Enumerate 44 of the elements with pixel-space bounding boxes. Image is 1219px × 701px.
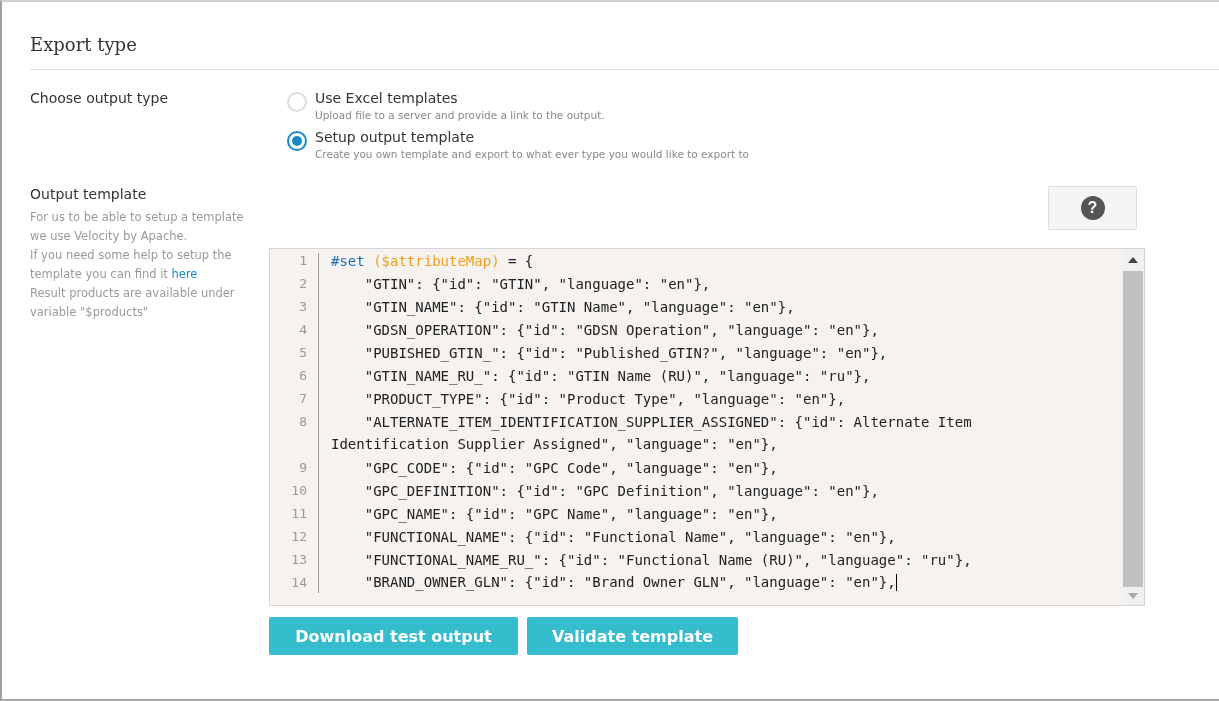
help-link[interactable]: here: [171, 267, 198, 281]
download-button[interactable]: Download test output: [269, 617, 518, 655]
code-line: "GTIN_NAME_RU_": {"id": "GTIN Name (RU)", "language": "ru"},: [363, 367, 871, 384]
code-line: "GPC_CODE": {"id": "GPC Code", "language": "en"},: [363, 459, 778, 476]
code-line: "PRODUCT_TYPE": {"id": "Product Type", "language": "en"},: [363, 390, 846, 407]
line-number: 4: [298, 322, 307, 337]
line-number: 10: [290, 483, 307, 498]
line-number: 5: [298, 345, 307, 360]
option-description: Upload file to a server and provide a link to the output.: [315, 109, 605, 121]
line-number: 6: [298, 368, 307, 383]
line-number: 3: [298, 299, 307, 314]
option-description: Create you own template and export to what ever type you would like to export to: [315, 148, 749, 160]
code-line: "GPC_DEFINITION": {"id": "GPC Definition", "language": "en"},: [363, 482, 879, 499]
code-editor[interactable]: [269, 248, 1145, 606]
line-number: 9: [298, 460, 307, 475]
code-line: "GTIN_NAME": {"id": "GTIN Name", "language": "en"},: [363, 298, 795, 315]
option-title: Use Excel templates: [315, 90, 459, 106]
code-line: "GTIN": {"id": "GTIN", "language": "en"},: [363, 275, 711, 292]
line-number: 13: [290, 552, 307, 567]
line-number: 8: [298, 414, 307, 429]
code-line: "GPC_NAME": {"id": "GPC Name", "language": "en"},: [363, 505, 778, 522]
code-line: "ALTERNATE_ITEM_IDENTIFICATION_SUPPLIER_ASSIGNED": {"id": Alternate Item: [363, 413, 972, 430]
code-line: "FUNCTIONAL_NAME": {"id": "Functional Name", "language": "en"},: [363, 528, 896, 545]
code-line: Identification Supplier Assigned", "language": "en"},: [331, 435, 779, 454]
line-number: 1: [298, 253, 307, 268]
validate-button[interactable]: Validate template: [527, 617, 738, 655]
code-line: "GDSN_OPERATION": {"id": "GDSN Operation", "language": "en"},: [363, 321, 879, 338]
field-label: Output template: [30, 186, 148, 202]
option-title: Setup output template: [315, 129, 476, 145]
code-line: "BRAND_OWNER_GLN": {"id": "Brand Owner GLN", "language": "en"},: [363, 573, 897, 592]
code-line: #set ($attributeMap) = {: [331, 252, 534, 269]
line-number: 7: [298, 391, 307, 406]
section-title: Export type: [30, 2, 1219, 70]
line-number: 11: [290, 506, 307, 521]
code-line: "FUNCTIONAL_NAME_RU_": {"id": "Functional Name (RU)", "language": "ru"},: [363, 551, 972, 568]
code-line: "PUBISHED_GTIN_": {"id": "Published_GTIN?", "language": "en"},: [363, 344, 888, 361]
help-text: For us to be able to setup a template we use Velocity by Apache. If you need some help to setup the template you can find it here Result products are available under variable "$products": [30, 209, 245, 321]
help-button[interactable]: ?: [1048, 186, 1137, 230]
line-number: 12: [290, 529, 307, 544]
scrollbar[interactable]: [1122, 249, 1144, 605]
radio-button[interactable]: [287, 131, 307, 151]
line-number: 14: [290, 575, 307, 590]
field-label: Choose output type: [30, 90, 170, 106]
line-number: 2: [298, 276, 307, 291]
